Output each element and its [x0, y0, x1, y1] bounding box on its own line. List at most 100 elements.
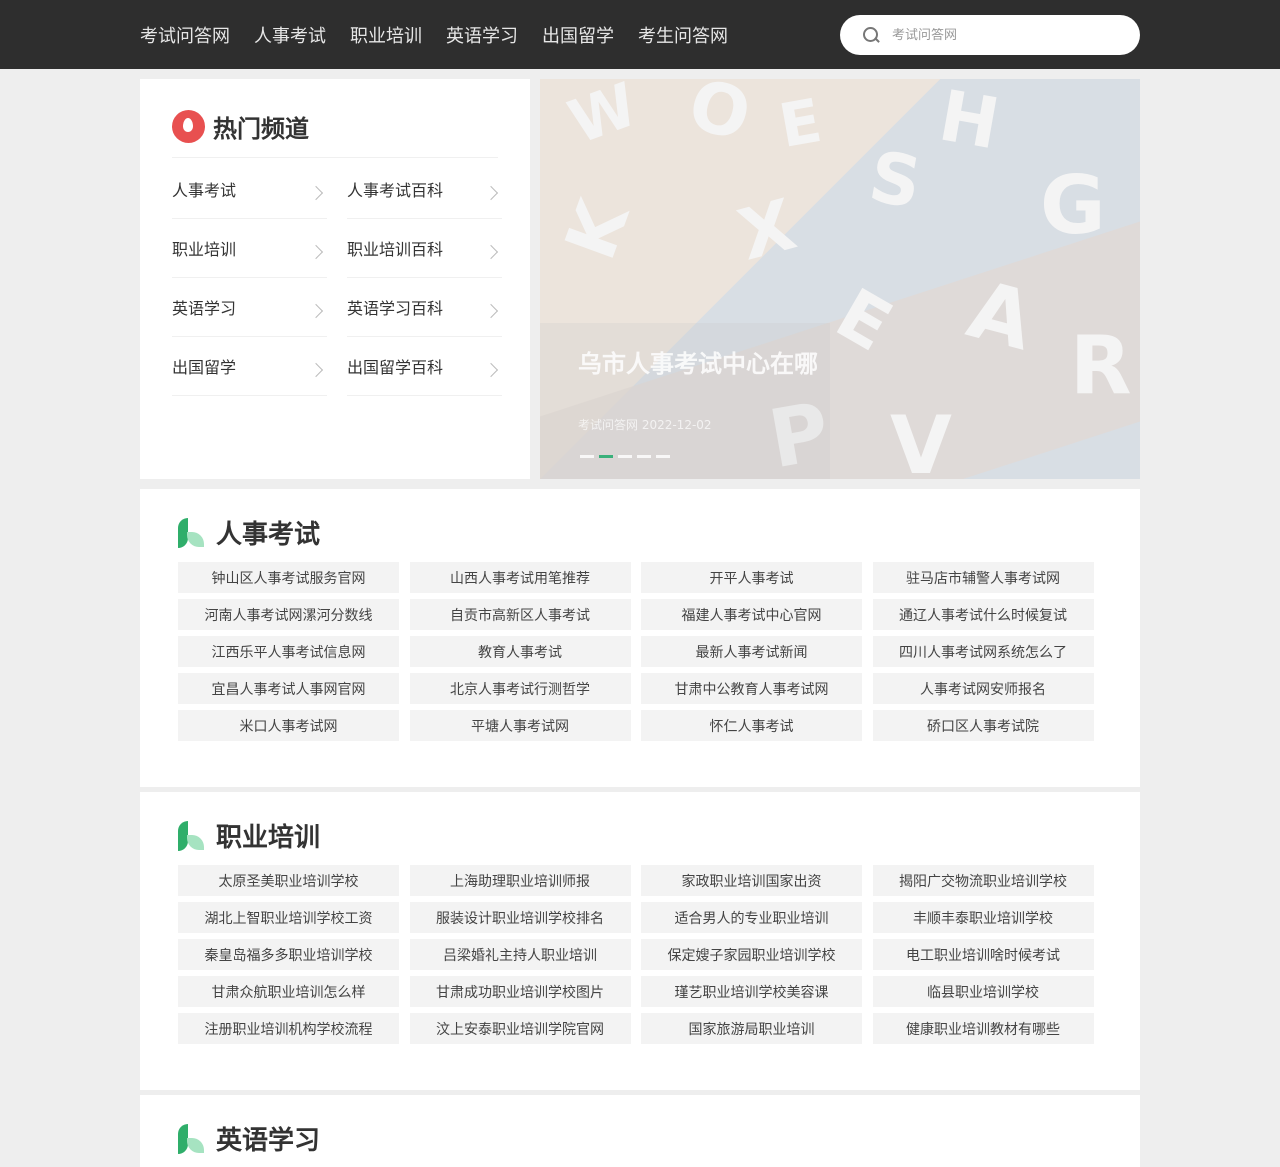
- hot-channel-item[interactable]: 出国留学百科: [347, 337, 502, 396]
- section-vocational-training: 职业培训 太原圣美职业培训学校 上海助理职业培训师报 家政职业培训国家出资 揭阳…: [140, 792, 1140, 1090]
- tag-link[interactable]: 瑾艺职业培训学校美容课: [641, 976, 862, 1007]
- tag-link[interactable]: 甘肃成功职业培训学校图片: [409, 976, 631, 1007]
- banner-carousel[interactable]: W O E H K X S G E A R P V 乌市人事考试中心在哪 考试问…: [540, 79, 1140, 479]
- hot-channel-item[interactable]: 职业培训百科: [347, 219, 502, 278]
- nav-link-home[interactable]: 考试问答网: [140, 22, 230, 48]
- tag-link[interactable]: 上海助理职业培训师报: [409, 865, 631, 896]
- tag-link[interactable]: 河南人事考试网漯河分数线: [178, 599, 399, 630]
- banner-meta: 考试问答网 2022-12-02: [578, 418, 712, 432]
- hot-channel-label: 出国留学百科: [347, 358, 444, 377]
- carousel-dot[interactable]: [618, 455, 632, 458]
- tag-link[interactable]: 湖北上智职业培训学校工资: [178, 902, 399, 933]
- tag-link[interactable]: 保定嫂子家园职业培训学校: [641, 939, 862, 970]
- section-title: 职业培训: [216, 823, 321, 853]
- hot-channel-label: 出国留学: [172, 358, 237, 377]
- banner-title[interactable]: 乌市人事考试中心在哪: [578, 344, 818, 379]
- section-header: 人事考试: [178, 514, 320, 551]
- chevron-right-icon: [308, 362, 324, 378]
- hot-channel-label: 职业培训百科: [347, 240, 444, 259]
- tag-grid: 钟山区人事考试服务官网 山西人事考试用笔推荐 开平人事考试 驻马店市辅警人事考试…: [178, 562, 1094, 741]
- nav-link-vocational-training[interactable]: 职业培训: [350, 22, 422, 48]
- top-navbar: 考试问答网 人事考试 职业培训 英语学习 出国留学 考生问答网: [0, 0, 1280, 69]
- hot-channel-item[interactable]: 人事考试: [172, 160, 327, 219]
- tag-link[interactable]: 怀仁人事考试: [641, 710, 862, 741]
- tag-link[interactable]: 平塘人事考试网: [409, 710, 631, 741]
- search-box[interactable]: [840, 15, 1140, 55]
- tag-link[interactable]: 甘肃众航职业培训怎么样: [178, 976, 399, 1007]
- tag-link[interactable]: 健康职业培训教材有哪些: [872, 1013, 1094, 1044]
- fire-icon: [172, 110, 205, 143]
- hot-channel-item[interactable]: 英语学习: [172, 278, 327, 337]
- nav-link-english-learning[interactable]: 英语学习: [446, 22, 518, 48]
- tag-link[interactable]: 注册职业培训机构学校流程: [178, 1013, 399, 1044]
- tag-link[interactable]: 宜昌人事考试人事网官网: [178, 673, 399, 704]
- tag-link[interactable]: 硚口区人事考试院: [872, 710, 1094, 741]
- tag-link[interactable]: 秦皇岛福多多职业培训学校: [178, 939, 399, 970]
- tag-link[interactable]: 临县职业培训学校: [872, 976, 1094, 1007]
- tag-link[interactable]: 丰顺丰泰职业培训学校: [872, 902, 1094, 933]
- tag-link[interactable]: 四川人事考试网系统怎么了: [872, 636, 1094, 667]
- tag-link[interactable]: 吕梁婚礼主持人职业培训: [409, 939, 631, 970]
- tag-link[interactable]: 江西乐平人事考试信息网: [178, 636, 399, 667]
- hot-channel-item[interactable]: 出国留学: [172, 337, 327, 396]
- tag-link[interactable]: 自贡市高新区人事考试: [409, 599, 631, 630]
- search-input[interactable]: [892, 27, 1122, 43]
- hot-channels-header: 热门频道: [172, 109, 309, 144]
- tag-link[interactable]: 钟山区人事考试服务官网: [178, 562, 399, 593]
- divider: [172, 157, 498, 158]
- tag-link[interactable]: 太原圣美职业培训学校: [178, 865, 399, 896]
- chevron-right-icon: [483, 244, 499, 260]
- section-title: 英语学习: [216, 1126, 321, 1156]
- hot-channel-label: 英语学习百科: [347, 299, 444, 318]
- carousel-dot[interactable]: [656, 455, 670, 458]
- hot-channel-label: 人事考试: [172, 181, 237, 200]
- section-header: 英语学习: [178, 1120, 320, 1157]
- tag-link[interactable]: 开平人事考试: [641, 562, 862, 593]
- tag-link[interactable]: 甘肃中公教育人事考试网: [641, 673, 862, 704]
- search-icon[interactable]: [862, 26, 880, 44]
- tag-link[interactable]: 服装设计职业培训学校排名: [409, 902, 631, 933]
- hot-channel-item[interactable]: 职业培训: [172, 219, 327, 278]
- nav-link-study-abroad[interactable]: 出国留学: [542, 22, 614, 48]
- tag-link[interactable]: 驻马店市辅警人事考试网: [872, 562, 1094, 593]
- chevron-right-icon: [308, 185, 324, 201]
- tag-link[interactable]: 福建人事考试中心官网: [641, 599, 862, 630]
- nav-link-student-qa[interactable]: 考生问答网: [638, 22, 728, 48]
- tag-link[interactable]: 汶上安泰职业培训学院官网: [409, 1013, 631, 1044]
- hot-channel-label: 职业培训: [172, 240, 237, 259]
- hot-channel-item[interactable]: 英语学习百科: [347, 278, 502, 337]
- tag-link[interactable]: 适合男人的专业职业培训: [641, 902, 862, 933]
- chevron-right-icon: [308, 303, 324, 319]
- tag-link[interactable]: 人事考试网安师报名: [872, 673, 1094, 704]
- chevron-right-icon: [483, 303, 499, 319]
- carousel-dot[interactable]: [637, 455, 651, 458]
- carousel-dot[interactable]: [580, 455, 594, 458]
- tag-link[interactable]: 最新人事考试新闻: [641, 636, 862, 667]
- leaf-icon: [178, 1123, 206, 1154]
- tag-grid: 太原圣美职业培训学校 上海助理职业培训师报 家政职业培训国家出资 揭阳广交物流职…: [178, 865, 1094, 1044]
- hot-channels-title: 热门频道: [213, 115, 309, 143]
- tag-link[interactable]: 揭阳广交物流职业培训学校: [872, 865, 1094, 896]
- section-header: 职业培训: [178, 817, 320, 854]
- section-english-learning: 英语学习: [140, 1095, 1140, 1167]
- decorative-letter: V: [890, 399, 952, 479]
- carousel-indicators: [580, 455, 675, 458]
- tag-link[interactable]: 米口人事考试网: [178, 710, 399, 741]
- leaf-icon: [178, 517, 206, 548]
- carousel-dot-active[interactable]: [599, 455, 613, 458]
- hot-channel-item[interactable]: 人事考试百科: [347, 160, 502, 219]
- tag-link[interactable]: 教育人事考试: [409, 636, 631, 667]
- tag-link[interactable]: 北京人事考试行测哲学: [409, 673, 631, 704]
- chevron-right-icon: [308, 244, 324, 260]
- main-nav: 考试问答网 人事考试 职业培训 英语学习 出国留学 考生问答网: [140, 0, 752, 69]
- leaf-icon: [178, 820, 206, 851]
- tag-link[interactable]: 山西人事考试用笔推荐: [409, 562, 631, 593]
- tag-link[interactable]: 通辽人事考试什么时候复试: [872, 599, 1094, 630]
- tag-link[interactable]: 家政职业培训国家出资: [641, 865, 862, 896]
- hot-channel-label: 人事考试百科: [347, 181, 444, 200]
- decorative-letter: R: [1070, 319, 1132, 412]
- nav-link-personnel-exam[interactable]: 人事考试: [254, 22, 326, 48]
- hot-channels-panel: 热门频道 人事考试 人事考试百科 职业培训 职业培训百科 英语学习 英语学习百科…: [140, 79, 530, 479]
- tag-link[interactable]: 电工职业培训啥时候考试: [872, 939, 1094, 970]
- tag-link[interactable]: 国家旅游局职业培训: [641, 1013, 862, 1044]
